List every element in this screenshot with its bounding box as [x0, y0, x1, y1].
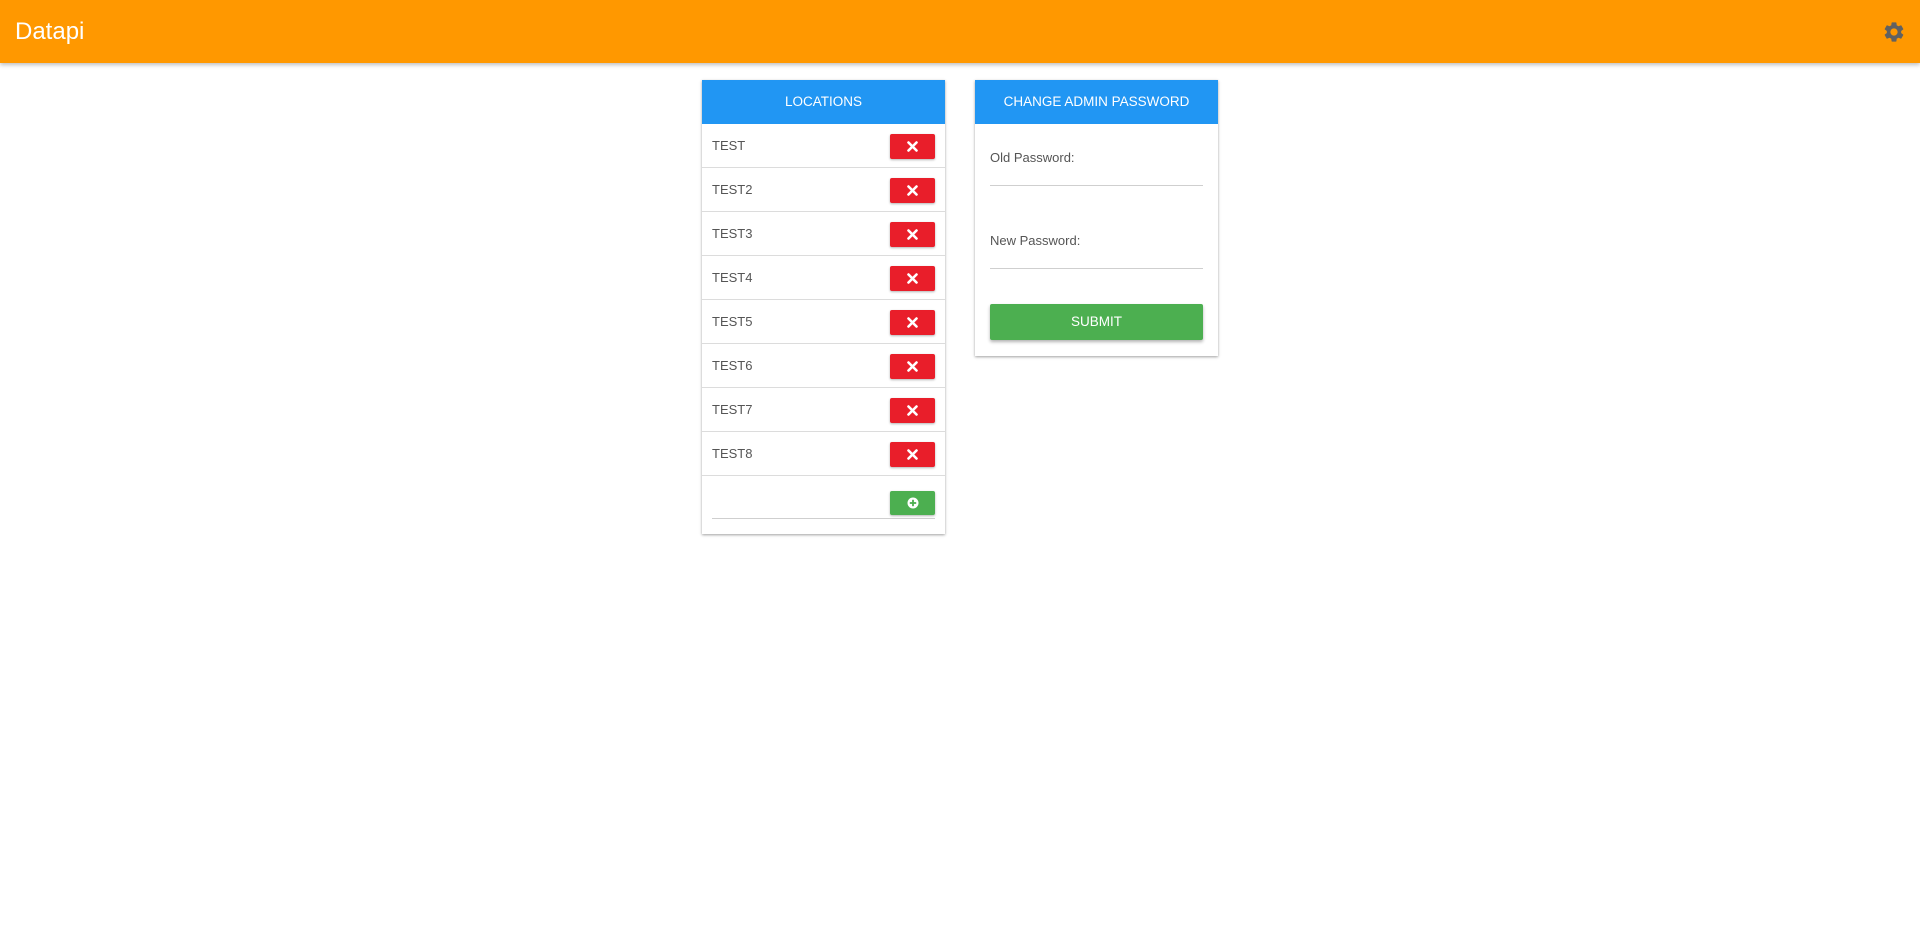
new-location-input[interactable]: [712, 490, 882, 516]
close-icon: [907, 273, 918, 284]
location-name: TEST7: [712, 402, 753, 417]
app-header: Datapi: [0, 0, 1920, 63]
app-title: Datapi: [15, 18, 85, 45]
new-password-input[interactable]: [990, 243, 1203, 269]
close-icon: [907, 185, 918, 196]
delete-location-button[interactable]: [890, 310, 935, 335]
delete-location-button[interactable]: [890, 178, 935, 203]
gear-icon: [1884, 22, 1904, 42]
locations-list: TEST TEST2 TEST3 TEST4 TEST5 TEST6 TEST7 TEST8: [702, 124, 945, 476]
close-icon: [907, 141, 918, 152]
location-row: TEST5: [702, 300, 945, 344]
add-location-row: [702, 476, 945, 528]
close-icon: [907, 361, 918, 372]
old-password-input[interactable]: [990, 160, 1203, 186]
delete-location-button[interactable]: [890, 222, 935, 247]
location-name: TEST5: [712, 314, 753, 329]
submit-button[interactable]: SUBMIT: [990, 304, 1203, 340]
change-password-card: CHANGE ADMIN PASSWORD Old Password: New …: [975, 80, 1218, 356]
change-password-title: CHANGE ADMIN PASSWORD: [975, 80, 1218, 124]
location-row: TEST: [702, 124, 945, 168]
location-name: TEST8: [712, 446, 753, 461]
location-name: TEST2: [712, 182, 753, 197]
location-row: TEST3: [702, 212, 945, 256]
close-icon: [907, 405, 918, 416]
location-name: TEST4: [712, 270, 753, 285]
location-name: TEST6: [712, 358, 753, 373]
location-row: TEST7: [702, 388, 945, 432]
location-row: TEST4: [702, 256, 945, 300]
close-icon: [907, 229, 918, 240]
delete-location-button[interactable]: [890, 266, 935, 291]
location-row: TEST8: [702, 432, 945, 476]
location-name: TEST3: [712, 226, 753, 241]
delete-location-button[interactable]: [890, 442, 935, 467]
close-icon: [907, 449, 918, 460]
delete-location-button[interactable]: [890, 354, 935, 379]
location-name: TEST: [712, 138, 746, 153]
settings-button[interactable]: [1882, 20, 1906, 44]
delete-location-button[interactable]: [890, 398, 935, 423]
add-location-button[interactable]: [890, 491, 935, 515]
plus-circle-icon: [907, 497, 918, 509]
new-location-underline: [712, 518, 935, 519]
locations-card-title: LOCATIONS: [702, 80, 945, 124]
close-icon: [907, 317, 918, 328]
location-row: TEST6: [702, 344, 945, 388]
delete-location-button[interactable]: [890, 134, 935, 159]
locations-card: LOCATIONS TEST TEST2 TEST3 TEST4 TEST5 TEST6 T…: [702, 80, 945, 534]
location-row: TEST2: [702, 168, 945, 212]
